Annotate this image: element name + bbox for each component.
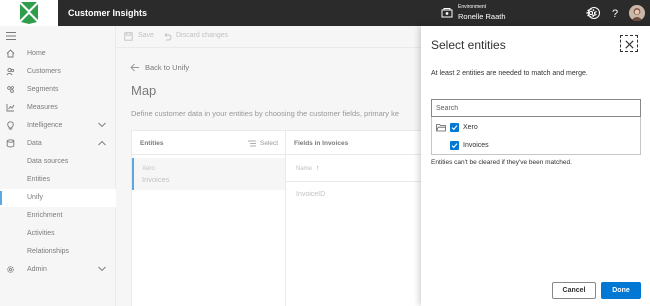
entity-tree: Xero Invoices [431, 117, 641, 155]
avatar[interactable] [629, 5, 645, 21]
environment-name[interactable]: Ronelle Raath [458, 12, 506, 21]
tree-row-invoices[interactable]: Invoices [432, 137, 640, 155]
done-button[interactable]: Done [601, 282, 641, 299]
panel-footer: Cancel Done [421, 280, 650, 306]
close-button[interactable] [620, 35, 638, 52]
panel-note: Entities can't be cleared if they've bee… [431, 159, 572, 166]
modal-overlay[interactable] [0, 26, 421, 306]
svg-text:?: ? [612, 8, 618, 20]
settings-icon[interactable] [584, 6, 598, 20]
checkmark-icon [451, 143, 458, 149]
logo-icon [20, 2, 38, 24]
tree-row-xero[interactable]: Xero [432, 119, 640, 137]
app-title[interactable]: Customer Insights [68, 8, 147, 18]
app-logo[interactable] [0, 0, 58, 26]
avatar-icon [629, 5, 645, 21]
checkmark-icon [451, 125, 458, 131]
top-bar: Customer Insights Environment Ronelle Ra… [0, 0, 650, 26]
select-entities-panel: Select entities At least 2 entities are … [421, 26, 650, 306]
search-input[interactable] [436, 103, 636, 114]
search-box [431, 99, 641, 117]
tree-label-invoices: Invoices [463, 142, 489, 149]
close-icon [625, 40, 634, 49]
tree-label-xero: Xero [463, 124, 478, 131]
folder-open-icon[interactable] [436, 123, 446, 132]
panel-title: Select entities [431, 38, 506, 52]
cancel-button[interactable]: Cancel [552, 282, 596, 299]
environment-icon[interactable] [441, 7, 453, 19]
invoices-checkbox[interactable] [450, 141, 459, 150]
help-icon[interactable]: ? [608, 6, 622, 20]
environment-label: Environment [458, 4, 487, 10]
xero-checkbox[interactable] [450, 123, 459, 132]
panel-hint: At least 2 entities are needed to match … [431, 70, 588, 77]
